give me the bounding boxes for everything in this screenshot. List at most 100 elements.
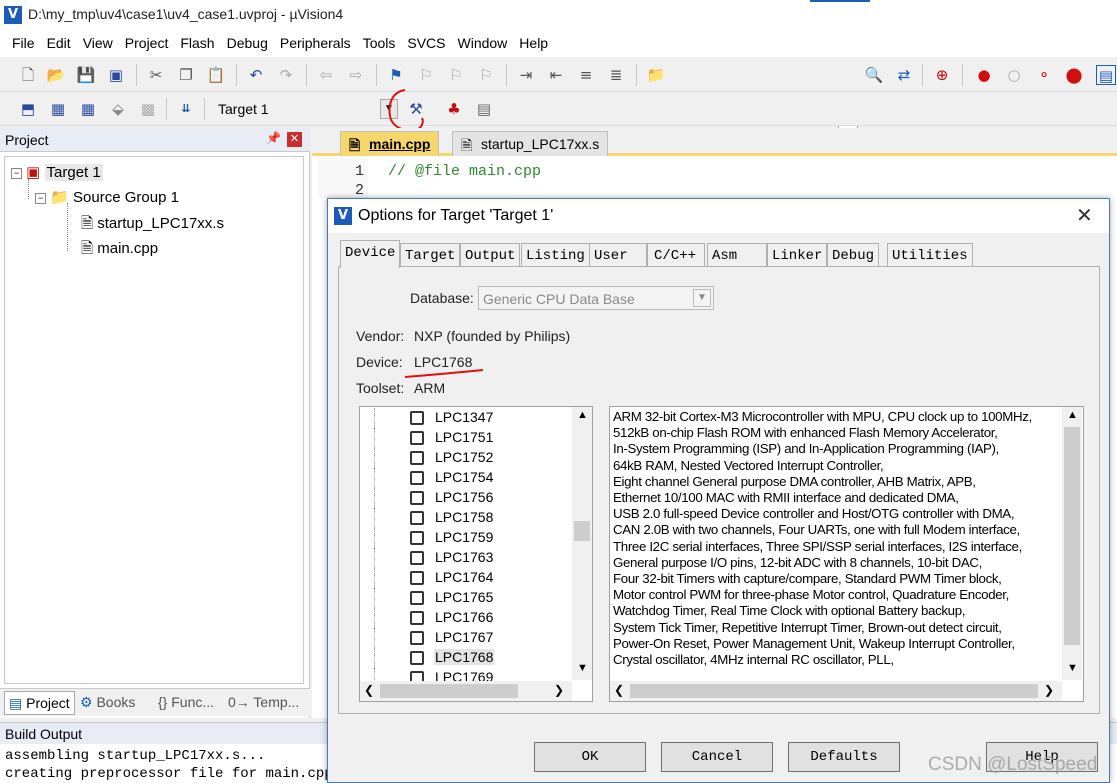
find-icon[interactable]: 🔍 [864, 65, 884, 85]
find-in-files-icon[interactable]: 📁 [646, 65, 666, 85]
close-icon[interactable]: ✕ [287, 132, 302, 147]
tab-templates[interactable]: 0→ Temp... [228, 694, 299, 710]
nav-back-icon[interactable]: ⇦ [316, 65, 336, 85]
save-all-icon[interactable]: ▣ [106, 65, 126, 85]
kill-breakpoints-icon[interactable]: ⬤ [1064, 65, 1084, 85]
cut-icon[interactable]: ✂ [146, 65, 166, 85]
ok-button[interactable]: OK [534, 742, 646, 772]
tab-cpp[interactable]: C/C++ [647, 243, 705, 267]
menu-debug[interactable]: Debug [221, 31, 274, 57]
code-line[interactable]: // @file main.cpp [388, 163, 541, 180]
scroll-left-icon[interactable]: ❮ [364, 683, 374, 697]
translate-icon[interactable]: ⬒ [18, 99, 38, 119]
bookmark-icon[interactable]: ⚑ [386, 65, 406, 85]
new-file-icon[interactable]: 🗋 [18, 65, 38, 85]
open-folder-icon[interactable]: 📂 [46, 65, 66, 85]
indent-icon[interactable]: ⇥ [516, 65, 536, 85]
scroll-down-icon[interactable]: ▼ [1067, 662, 1078, 674]
horizontal-scrollbar[interactable]: ❮ ❯ [360, 681, 572, 701]
scroll-thumb[interactable] [630, 684, 1038, 698]
batch-build-icon[interactable]: ⬙ [108, 99, 128, 119]
device-list-item[interactable]: LPC1752 [360, 448, 570, 468]
tab-debug[interactable]: Debug [827, 243, 880, 267]
device-list-item[interactable]: LPC1764 [360, 568, 570, 588]
vertical-scrollbar[interactable]: ▲ ▼ [1062, 407, 1082, 680]
file-extensions-icon[interactable]: ▤ [474, 99, 494, 119]
vertical-scrollbar[interactable]: ▲ ▼ [572, 407, 592, 680]
tab-user[interactable]: User [589, 243, 647, 267]
tab-output[interactable]: Output [460, 243, 521, 267]
menu-window[interactable]: Window [452, 31, 514, 57]
unindent-icon[interactable]: ⇤ [546, 65, 566, 85]
tree-file[interactable]: 🗎 main.cpp [81, 238, 158, 263]
scroll-left-icon[interactable]: ❮ [614, 683, 624, 697]
scroll-down-icon[interactable]: ▼ [577, 662, 588, 674]
tab-functions[interactable]: {} Func... [158, 694, 214, 710]
device-list-item[interactable]: LPC1767 [360, 628, 570, 648]
tab-startup[interactable]: 🗎 startup_LPC17xx.s [452, 131, 609, 156]
scroll-right-icon[interactable]: ❯ [1044, 683, 1054, 697]
tab-linker[interactable]: Linker [767, 243, 828, 267]
scroll-up-icon[interactable]: ▲ [1067, 409, 1078, 421]
close-icon[interactable]: ✕ [1076, 203, 1093, 228]
copy-icon[interactable]: ❐ [176, 65, 196, 85]
debug-session-icon[interactable]: ⊕ [932, 65, 952, 85]
target-select[interactable]: Target 1 ▼ [212, 97, 398, 121]
device-list-item[interactable]: LPC1751 [360, 428, 570, 448]
collapse-icon[interactable]: − [11, 168, 22, 179]
database-select[interactable]: Generic CPU Data Base ▼ [478, 286, 714, 310]
collapse-icon[interactable]: − [35, 193, 46, 204]
nav-forward-icon[interactable]: ⇨ [346, 65, 366, 85]
menu-project[interactable]: Project [119, 31, 175, 57]
menu-peripherals[interactable]: Peripherals [274, 31, 357, 57]
tab-listing[interactable]: Listing [521, 243, 590, 267]
manage-components-icon[interactable]: ♣ [444, 99, 464, 119]
scroll-thumb[interactable] [574, 521, 590, 541]
save-icon[interactable]: 💾 [76, 65, 96, 85]
download-load-icon[interactable]: ⇊ [176, 99, 196, 119]
comment-icon[interactable]: ≡ [576, 65, 596, 85]
tab-main-cpp[interactable]: 🗎 main.cpp [340, 131, 440, 156]
scroll-up-icon[interactable]: ▲ [577, 409, 588, 421]
horizontal-scrollbar[interactable]: ❮ ❯ [610, 681, 1062, 701]
tab-books[interactable]: ⚙ Books [80, 694, 135, 711]
tab-target[interactable]: Target [400, 243, 461, 267]
disable-breakpoint-icon[interactable]: ○ [1004, 65, 1024, 85]
tree-group[interactable]: − 📁 Source Group 1 [35, 188, 179, 206]
chevron-down-icon[interactable]: ▼ [693, 289, 711, 307]
cancel-button[interactable]: Cancel [661, 742, 773, 772]
tree-file[interactable]: 🗎 startup_LPC17xx.s [81, 213, 224, 238]
menu-svcs[interactable]: SVCS [401, 31, 451, 57]
device-list-item[interactable]: LPC1766 [360, 608, 570, 628]
device-list-item[interactable]: LPC1768 [360, 648, 570, 668]
tree-target[interactable]: − ▣ Target 1 [11, 163, 103, 181]
paste-icon[interactable]: 📋 [206, 65, 226, 85]
tab-asm[interactable]: Asm [707, 243, 767, 267]
next-bookmark-icon[interactable]: ⚐ [446, 65, 466, 85]
uncomment-icon[interactable]: ≣ [606, 65, 626, 85]
pin-icon[interactable]: 📌 [266, 131, 281, 145]
device-list-item[interactable]: LPC1765 [360, 588, 570, 608]
device-description[interactable]: ARM 32-bit Cortex-M3 Microcontroller wit… [609, 406, 1084, 702]
device-list-item[interactable]: LPC1759 [360, 528, 570, 548]
prev-bookmark-icon[interactable]: ⚐ [416, 65, 436, 85]
redo-icon[interactable]: ↷ [276, 65, 296, 85]
scroll-right-icon[interactable]: ❯ [554, 683, 564, 697]
menu-tools[interactable]: Tools [357, 31, 402, 57]
menu-help[interactable]: Help [513, 31, 554, 57]
tab-utilities[interactable]: Utilities [887, 243, 973, 267]
device-list-item[interactable]: LPC1754 [360, 468, 570, 488]
undo-icon[interactable]: ↶ [246, 65, 266, 85]
stop-build-icon[interactable]: ▩ [138, 99, 158, 119]
device-list-item[interactable]: LPC1347 [360, 408, 570, 428]
scroll-thumb[interactable] [380, 684, 518, 698]
breakpoint-icon[interactable]: ● [974, 65, 994, 85]
device-list-item[interactable]: LPC1756 [360, 488, 570, 508]
tab-project[interactable]: ▤ Project [4, 691, 75, 715]
configure-icon[interactable]: ▤ [1096, 65, 1116, 85]
device-list[interactable]: LPC1347 LPC1751 LPC1752 LPC1754 LPC1756 LPC17… [359, 406, 593, 702]
device-list-item[interactable]: LPC1758 [360, 508, 570, 528]
tab-device[interactable]: Device [340, 240, 401, 268]
menu-flash[interactable]: Flash [174, 31, 220, 57]
incremental-find-icon[interactable]: ⇄ [894, 65, 914, 85]
